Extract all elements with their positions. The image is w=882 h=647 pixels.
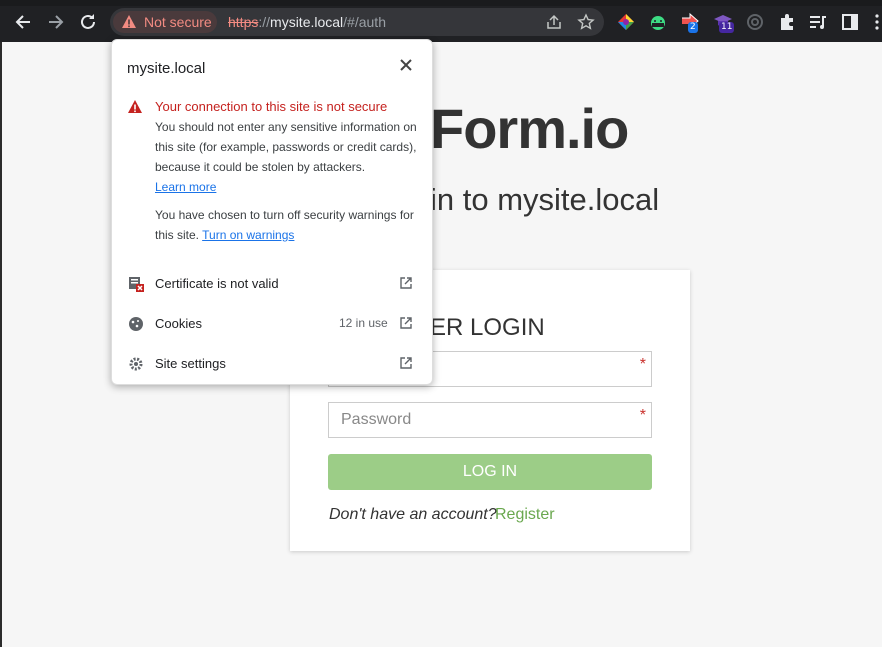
reload-icon[interactable] <box>77 11 99 33</box>
page-subtitle: in to mysite.local <box>430 182 660 217</box>
browser-toolbar: Not secure https://mysite.local/#/auth 2… <box>0 0 882 42</box>
warning-title: Your connection to this site is not secu… <box>155 99 388 114</box>
site-settings-label: Site settings <box>155 356 226 371</box>
password-input[interactable] <box>329 403 653 437</box>
cookies-label: Cookies <box>155 316 202 331</box>
no-account-text: Don't have an account? <box>329 506 497 523</box>
url-text[interactable]: https://mysite.local/#/auth <box>228 14 386 30</box>
url-path: /#/auth <box>343 14 386 30</box>
gear-icon <box>129 357 143 371</box>
cookies-count: 12 in use <box>339 316 388 330</box>
extensions-puzzle-icon[interactable] <box>777 12 797 32</box>
required-mark: * <box>639 356 646 373</box>
warnings-off-text: You have chosen to turn off security war… <box>155 205 423 245</box>
site-settings-row[interactable]: Site settings <box>112 344 432 384</box>
open-external-icon <box>400 277 412 289</box>
window-left-edge <box>0 42 2 647</box>
warning-body-text: You should not enter any sensitive infor… <box>155 120 417 174</box>
certificate-icon <box>129 277 144 292</box>
certificate-row[interactable]: Certificate is not valid <box>112 264 432 304</box>
brand-title: Form.io <box>430 97 629 160</box>
share-icon[interactable] <box>545 13 563 31</box>
tab-strip-edge <box>0 0 882 6</box>
graduation-cap-extension-badge: 11 <box>719 22 735 33</box>
security-chip[interactable]: Not secure <box>113 11 217 33</box>
cookies-row[interactable]: Cookies 12 in use <box>112 304 432 344</box>
bookmark-star-icon[interactable] <box>577 13 595 31</box>
security-chip-label: Not secure <box>144 14 212 30</box>
open-external-icon <box>400 357 412 369</box>
warning-icon <box>128 100 142 113</box>
site-info-popup: mysite.local Your connection to this sit… <box>111 39 433 385</box>
url-host: mysite.local <box>270 14 344 30</box>
media-queue-icon[interactable] <box>808 12 828 32</box>
required-mark: * <box>639 407 646 424</box>
url-scheme: https <box>228 14 259 30</box>
graduation-cap-extension-icon[interactable]: 11 <box>713 12 735 33</box>
register-link[interactable]: Register <box>495 506 555 524</box>
red-arrow-extension-icon[interactable]: 2 <box>680 12 700 33</box>
back-arrow-icon[interactable] <box>12 11 34 33</box>
open-external-icon <box>400 317 412 329</box>
password-field[interactable]: * <box>328 402 653 438</box>
browser-menu-icon[interactable] <box>871 12 882 32</box>
sync-extension-icon[interactable] <box>745 12 765 32</box>
learn-more-link[interactable]: Learn more <box>155 180 216 194</box>
android-extension-icon[interactable] <box>648 12 668 32</box>
address-bar[interactable]: Not secure https://mysite.local/#/auth <box>110 8 604 36</box>
red-arrow-extension-badge: 2 <box>688 22 698 33</box>
forward-arrow-icon[interactable] <box>45 11 67 33</box>
certificate-label: Certificate is not valid <box>155 276 279 291</box>
turn-on-warnings-link[interactable]: Turn on warnings <box>202 228 294 242</box>
cookie-icon <box>129 317 143 331</box>
close-icon[interactable] <box>397 56 415 74</box>
warning-body: You should not enter any sensitive infor… <box>155 117 423 197</box>
side-panel-icon[interactable] <box>840 12 860 32</box>
colorful-extension-icon[interactable] <box>616 12 636 32</box>
warning-icon <box>122 15 136 28</box>
login-button[interactable]: LOG IN <box>328 454 652 490</box>
popup-site-name: mysite.local <box>127 60 206 77</box>
